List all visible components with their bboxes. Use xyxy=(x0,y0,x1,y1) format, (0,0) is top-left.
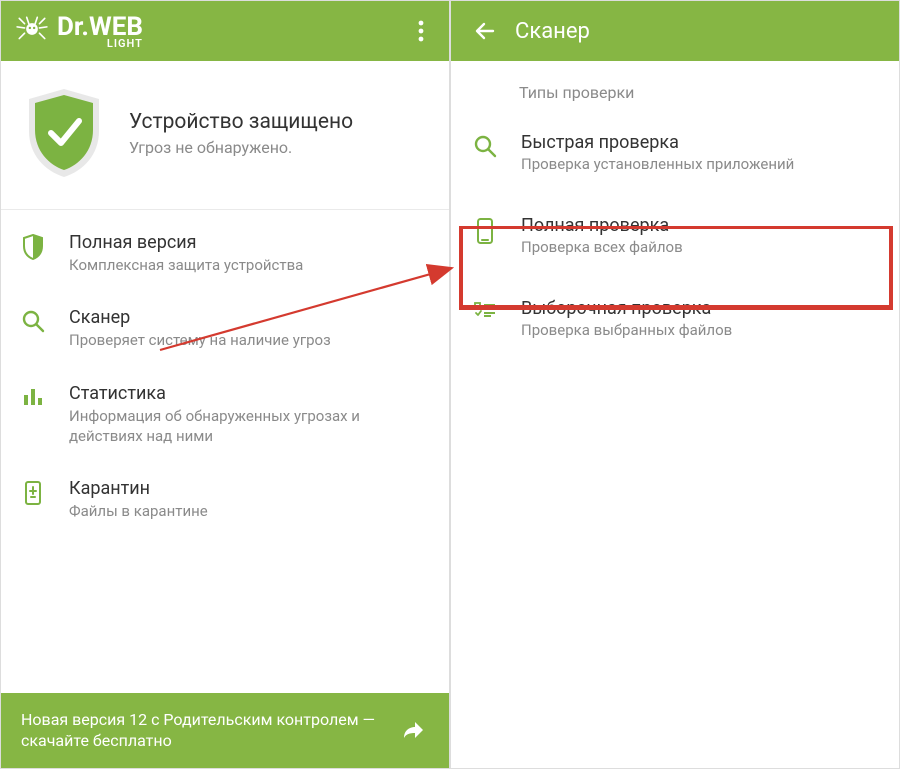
scan-types-header: Типы проверки xyxy=(451,61,899,116)
menu-item-subtitle: Файлы в карантине xyxy=(69,501,208,521)
status-subtitle: Угроз не обнаружено. xyxy=(129,138,353,157)
checklist-icon xyxy=(471,298,499,322)
scan-item-title: Полная проверка xyxy=(521,215,683,236)
quarantine-icon xyxy=(19,478,47,506)
search-icon xyxy=(19,307,47,333)
stats-icon xyxy=(19,383,47,407)
logo-main-text: Dr.WEB xyxy=(57,14,143,40)
menu-item-scanner[interactable]: Сканер Проверяет систему на наличие угро… xyxy=(1,291,449,366)
spider-icon xyxy=(15,12,49,50)
overflow-menu-button[interactable] xyxy=(407,11,435,51)
menu-item-subtitle: Информация об обнаруженных угрозах и дей… xyxy=(69,406,431,447)
logo-sub-text: LIGHT xyxy=(107,38,143,49)
back-button[interactable] xyxy=(465,11,505,51)
menu-item-title: Статистика xyxy=(69,383,431,404)
scanner-screen: Сканер Типы проверки Быстрая проверка Пр… xyxy=(450,0,900,769)
phone-icon xyxy=(471,215,499,245)
scan-item-subtitle: Проверка выбранных файлов xyxy=(521,321,732,339)
menu-item-statistics[interactable]: Статистика Информация об обнаруженных уг… xyxy=(1,367,449,463)
menu-item-quarantine[interactable]: Карантин Файлы в карантине xyxy=(1,462,449,537)
promo-banner[interactable]: Новая версия 12 с Родительским контролем… xyxy=(1,693,449,768)
scan-item-title: Выборочная проверка xyxy=(521,298,732,319)
scan-item-subtitle: Проверка установленных приложений xyxy=(521,155,794,173)
scan-item-selective[interactable]: Выборочная проверка Проверка выбранных ф… xyxy=(451,282,899,355)
screen-title: Сканер xyxy=(515,19,590,44)
main-menu-list: Полная версия Комплексная защита устройс… xyxy=(1,210,449,693)
menu-item-title: Карантин xyxy=(69,478,208,499)
search-icon xyxy=(471,132,499,158)
menu-item-title: Полная версия xyxy=(69,232,303,253)
app-logo: Dr.WEB LIGHT xyxy=(15,12,407,50)
menu-item-title: Сканер xyxy=(69,307,331,328)
menu-item-full-version[interactable]: Полная версия Комплексная защита устройс… xyxy=(1,216,449,291)
promo-text: Новая версия 12 с Родительским контролем… xyxy=(21,709,383,752)
share-button[interactable] xyxy=(397,714,429,746)
scan-item-subtitle: Проверка всех файлов xyxy=(521,238,683,256)
menu-item-subtitle: Комплексная защита устройства xyxy=(69,255,303,275)
shield-check-icon xyxy=(21,85,107,181)
shield-outline-icon xyxy=(19,232,47,260)
protection-status-card: Устройство защищено Угроз не обнаружено. xyxy=(1,61,449,210)
menu-item-subtitle: Проверяет систему на наличие угроз xyxy=(69,330,331,350)
status-title: Устройство защищено xyxy=(129,110,353,134)
scan-item-title: Быстрая проверка xyxy=(521,132,794,153)
scan-item-quick[interactable]: Быстрая проверка Проверка установленных … xyxy=(451,116,899,189)
appbar-main: Dr.WEB LIGHT xyxy=(1,1,449,61)
main-screen: Dr.WEB LIGHT Устройство защищено Угроз н… xyxy=(0,0,450,769)
scan-item-full[interactable]: Полная проверка Проверка всех файлов xyxy=(451,199,899,272)
appbar-scanner: Сканер xyxy=(451,1,899,61)
